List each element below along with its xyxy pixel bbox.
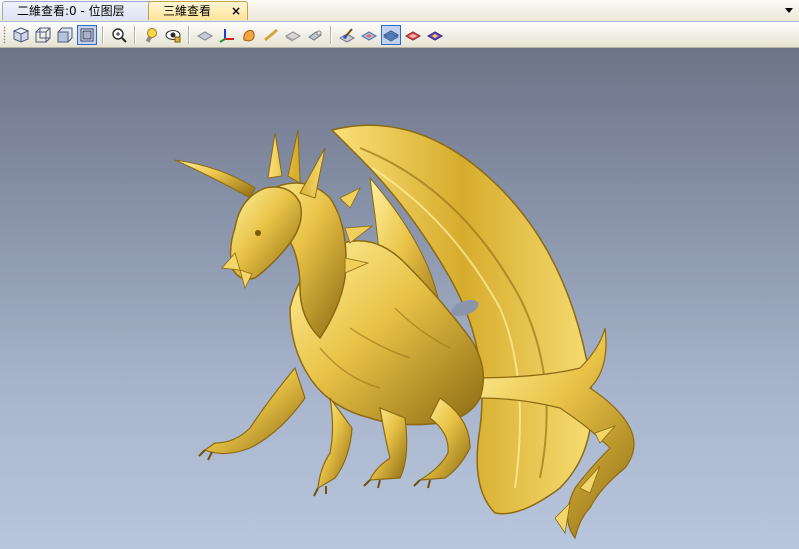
- paint-brush-icon[interactable]: [337, 25, 357, 45]
- tab-3d-view-label: 三維查看: [163, 4, 212, 18]
- eye-view-icon[interactable]: [163, 25, 183, 45]
- dragon-front-leg: [203, 366, 306, 455]
- dragon-front-leg-2: [317, 397, 353, 490]
- light-bulb-icon[interactable]: [141, 25, 161, 45]
- material-icon[interactable]: [239, 25, 259, 45]
- layer-blue-icon[interactable]: [381, 24, 401, 45]
- close-icon[interactable]: ×: [231, 2, 241, 21]
- dragon-horn: [174, 159, 256, 199]
- view-toolbar: [0, 22, 799, 48]
- tab-2d-view[interactable]: 二維查看:0 - 位图层: [2, 1, 154, 20]
- line-icon[interactable]: [261, 25, 281, 45]
- axes-icon[interactable]: [217, 25, 237, 45]
- toolbar-separator: [102, 25, 104, 44]
- layer-red-icon[interactable]: [403, 25, 423, 45]
- tab-list-dropdown-icon[interactable]: [785, 8, 793, 13]
- shade-icon[interactable]: [305, 25, 325, 45]
- layer-flat-icon[interactable]: [359, 25, 379, 45]
- plane-icon[interactable]: [195, 25, 215, 45]
- toolbar-grip[interactable]: [3, 26, 6, 43]
- document-tab-bar: 二維查看:0 - 位图层 三維查看 ×: [0, 0, 799, 22]
- zoom-in-icon[interactable]: [109, 25, 129, 45]
- tab-3d-view[interactable]: 三維查看 ×: [148, 1, 248, 20]
- front-view-icon[interactable]: [55, 25, 75, 45]
- 3d-viewport[interactable]: [0, 48, 799, 549]
- wireframe-cube-icon[interactable]: [33, 25, 53, 45]
- dragon-relief-model: [174, 124, 635, 540]
- dragon-head: [229, 186, 302, 280]
- toolbar-separator: [134, 25, 136, 44]
- toolbar-separator: [330, 25, 332, 44]
- iso-view-icon[interactable]: [11, 25, 31, 45]
- flat-surface-icon[interactable]: [283, 25, 303, 45]
- tab-2d-view-label: 二維查看:0 - 位图层: [17, 4, 125, 18]
- layer-purple-icon[interactable]: [425, 25, 445, 45]
- toolbar-separator: [188, 25, 190, 44]
- box-view-icon[interactable]: [77, 24, 97, 45]
